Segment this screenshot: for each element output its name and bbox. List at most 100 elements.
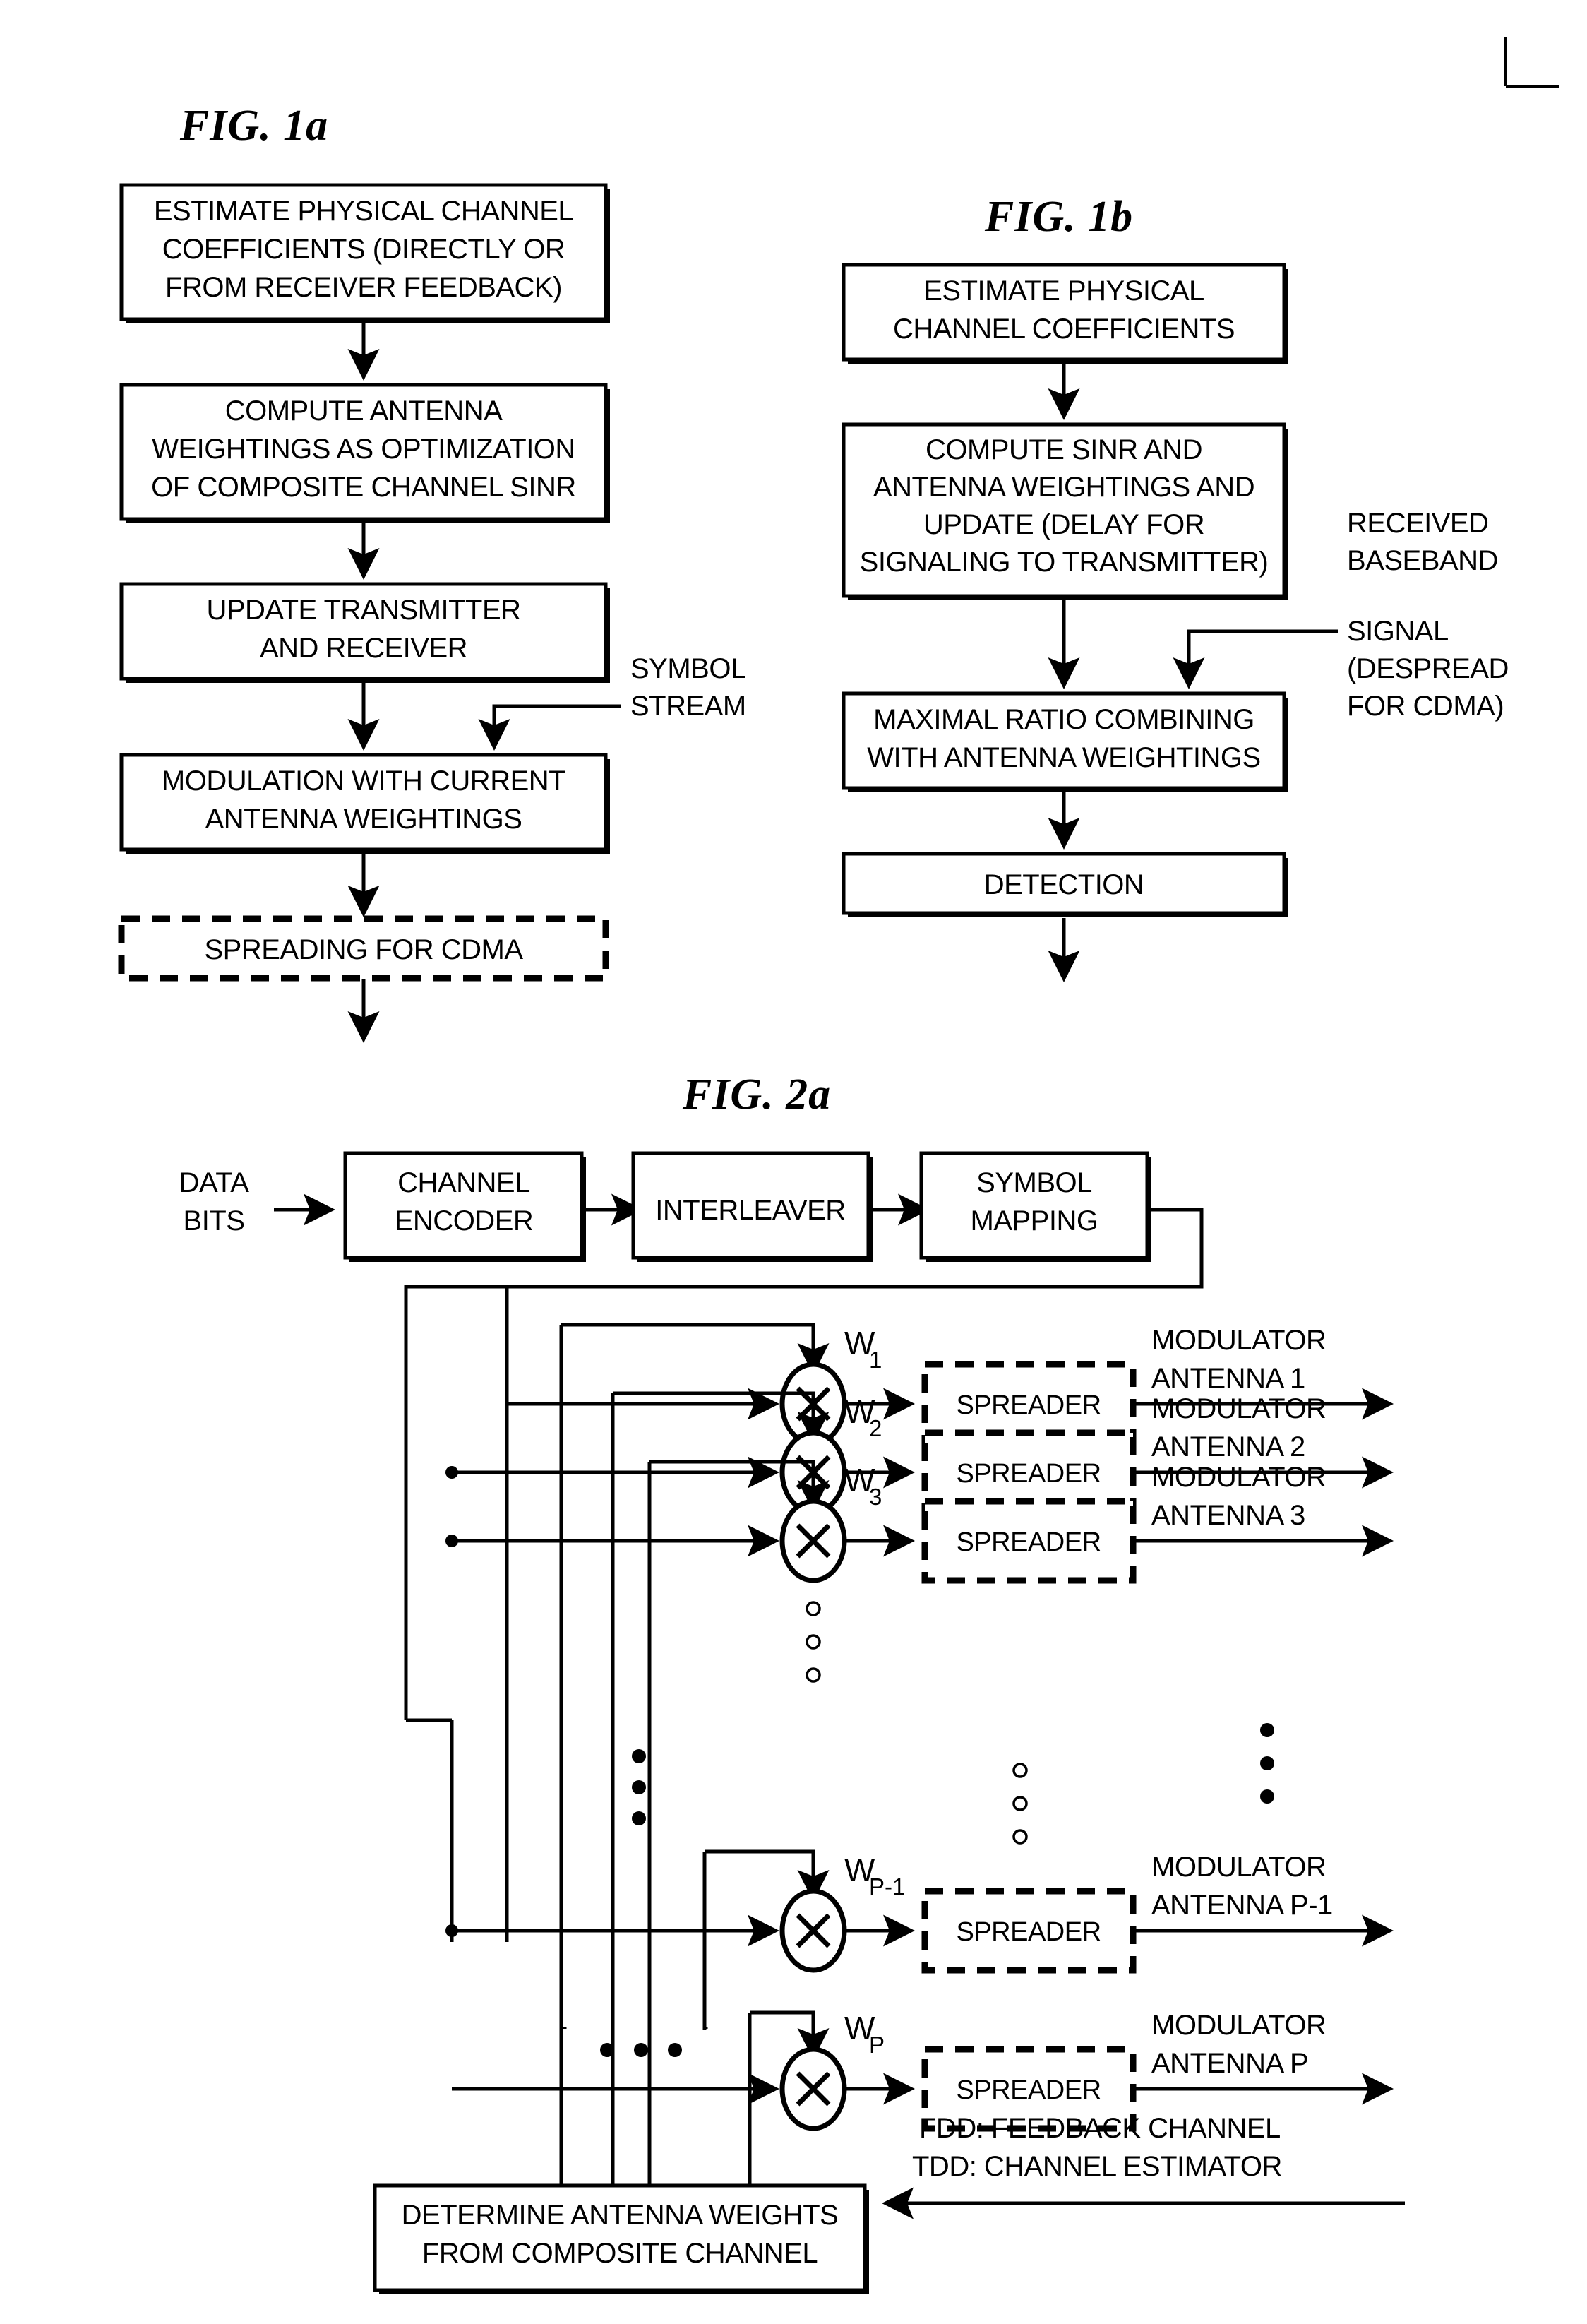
fig2a-branch-1-weight-sub: 1 [869,1347,882,1373]
fig2a-vertical-ellipsis-multiplier [806,1601,821,1683]
fig2a-branch-2-weight-sub: 2 [869,1415,882,1441]
fig2a-data-bits-line-2: BITS [184,1205,245,1237]
fig2a-determine-line-2: FROM COMPOSITE CHANNEL [422,2238,818,2269]
fig2a-data-bits-line-1: DATA [179,1167,250,1198]
fig1a-box-update-line-1: UPDATE TRANSMITTER [206,595,520,626]
fig2a-box-symbol-mapping: SYMBOL MAPPING [919,1151,1151,1262]
fig1b-received-label-line-3: SIGNAL [1347,616,1449,647]
fig2a-branch-1-weight-wire [561,1323,830,1376]
fig1a-box-compute-line-2: WEIGHTINGS AS OPTIMIZATION [152,434,575,465]
fig1b-box-compute-line-4: SIGNALING TO TRANSMITTER) [860,547,1269,578]
fig2a-branch-p-minus-1-weight-wire [705,1849,830,1902]
fig2a-branch-p-spreader-label: SPREADER [956,2075,1101,2105]
fig2a-vertical-ellipsis-spreader [1012,1763,1028,1845]
fig1a-box-spreading-label: SPREADING FOR CDMA [204,934,523,965]
fig1b-received-label-line-2: BASEBAND [1347,545,1498,576]
fig1a-symbol-stream-label-line-2: STREAM [630,691,746,722]
fig1b-box-compute-line-2: ANTENNA WEIGHTINGS AND [873,472,1254,503]
fig2a-branch-p-minus-1-multiplier-icon [779,1888,847,1973]
fig1a-symbol-stream-lead [478,704,621,751]
fig2a-branch-p-multiplier-icon [779,2046,847,2131]
fig1a-box-estimate-line-1: ESTIMATE PHYSICAL CHANNEL [154,196,573,227]
fig2a-channel-encoder-line-2: ENCODER [395,1205,534,1237]
fig1a-box-estimate: ESTIMATE PHYSICAL CHANNEL COEFFICIENTS (… [119,183,610,323]
fig2a-branch-1-out-line-2: ANTENNA 1 [1151,1363,1305,1394]
fig1b-received-label-line-1: RECEIVED [1347,508,1489,539]
fig2a-branch-2-junction-dot [445,1466,458,1479]
fig2a-branch-p-weight-wire [750,2010,830,2061]
fig2a-branch-p-minus-1: W P-1 SPREADER MODULATOR ANTENNA P-1 [445,1849,1394,2030]
registration-corner-mark [1504,37,1559,88]
fig1b-received-signal-lead [1173,629,1338,690]
fig2a-determine-line-1: DETERMINE ANTENNA WEIGHTS [402,2200,839,2231]
fig2a-signal-bus [450,1287,509,1942]
fig1b-box-mrc-line-2: WITH ANTENNA WEIGHTINGS [867,742,1260,773]
fig2a-vertical-ellipsis-left [632,1749,646,1825]
fig1b-box-mrc: MAXIMAL RATIO COMBINING WITH ANTENNA WEI… [842,691,1288,792]
fig2a-branch-3-out-line-2: ANTENNA 3 [1151,1500,1305,1531]
fig1b-box-compute: COMPUTE SINR AND ANTENNA WEIGHTINGS AND … [842,422,1288,600]
fig2a-branch-2: W 2 SPREADER MODULATOR ANTENNA 2 [445,1391,1394,1515]
fig2a-branch-p-out-line-2: ANTENNA P [1151,2048,1308,2079]
fig1a-box-estimate-line-3: FROM RECEIVER FEEDBACK) [165,272,562,303]
fig1a-title: FIG. 1a [179,102,328,150]
fig1a-box-compute-line-3: OF COMPOSITE CHANNEL SINR [151,472,576,503]
fig1a-box-modulation-line-1: MODULATION WITH CURRENT [162,765,565,797]
patent-drawing-sheet: FIG. 1a ESTIMATE PHYSICAL CHANNEL COEFFI… [0,0,1587,2324]
figure-1b: FIG. 1b ESTIMATE PHYSICAL CHANNEL COEFFI… [842,193,1509,983]
fig2a-feedback-line-1: FDD: FEEDBACK CHANNEL [919,2113,1281,2144]
fig2a-branch-3-spreader-label: SPREADER [956,1527,1101,1557]
fig1b-box-estimate: ESTIMATE PHYSICAL CHANNEL COEFFICIENTS [842,263,1288,364]
fig2a-branch-1: W 1 SPREADER MODULATOR ANTENNA 1 [507,1323,1394,1447]
fig1a-box-update-line-2: AND RECEIVER [260,633,467,664]
fig2a-symbol-mapping-line-2: MAPPING [971,1205,1098,1237]
fig2a-branch-3-out-line-1: MODULATOR [1151,1462,1326,1493]
fig2a-branch-3-junction-dot [445,1535,458,1547]
fig1a-box-compute: COMPUTE ANTENNA WEIGHTINGS AS OPTIMIZATI… [119,383,610,523]
fig2a-box-channel-encoder: CHANNEL ENCODER [343,1151,586,1262]
fig1b-box-estimate-line-1: ESTIMATE PHYSICAL [923,275,1204,306]
fig1a-box-estimate-line-2: COEFFICIENTS (DIRECTLY OR [162,234,565,265]
fig1a-symbol-stream-label-line-1: SYMBOL [630,653,746,684]
fig2a-branch-3-weight-sub: 3 [869,1484,882,1510]
fig2a-branch-1-spreader-label: SPREADER [956,1390,1101,1420]
fig2a-branch-2-spreader-label: SPREADER [956,1459,1101,1489]
fig1b-box-estimate-line-2: CHANNEL COEFFICIENTS [893,314,1235,345]
fig1b-received-label-line-5: FOR CDMA) [1347,691,1504,722]
fig2a-title: FIG. 2a [682,1071,831,1119]
fig1a-box-compute-line-1: COMPUTE ANTENNA [225,395,503,427]
fig2a-branch-p-out-line-1: MODULATOR [1151,2010,1326,2041]
figure-2a: FIG. 2a DATA BITS CHANNEL ENCODER INTERL… [179,1071,1405,2294]
fig2a-branch-p-minus-1-out-line-2: ANTENNA P-1 [1151,1890,1333,1921]
fig2a-interleaver-label: INTERLEAVER [655,1195,845,1226]
fig1a-box-modulation: MODULATION WITH CURRENT ANTENNA WEIGHTIN… [119,753,610,854]
fig2a-branch-p-minus-1-spreader: SPREADER [921,1888,1137,1974]
fig1a-box-modulation-line-2: ANTENNA WEIGHTINGS [205,804,522,835]
fig2a-branch-p-minus-1-weight-sub: P-1 [869,1873,905,1900]
fig1b-box-compute-line-1: COMPUTE SINR AND [926,434,1202,465]
fig2a-box-determine-antenna-weights: DETERMINE ANTENNA WEIGHTS FROM COMPOSITE… [373,2183,869,2294]
fig2a-vertical-ellipsis-output [1260,1723,1274,1804]
fig1b-box-detection-label: DETECTION [984,869,1144,900]
fig1b-box-mrc-line-1: MAXIMAL RATIO COMBINING [873,704,1254,735]
fig1a-box-spreading: SPREADING FOR CDMA [118,915,609,982]
fig1a-box-update: UPDATE TRANSMITTER AND RECEIVER [119,582,610,683]
fig2a-branch-1-out-line-1: MODULATOR [1151,1325,1326,1356]
fig2a-branch-p-minus-1-junction-dot [445,1924,458,1937]
fig2a-branch-3-spreader: SPREADER [921,1498,1137,1584]
fig2a-branch-3-multiplier-icon [779,1498,847,1583]
fig2a-feedback-line-2: TDD: CHANNEL ESTIMATOR [912,2151,1282,2182]
fig2a-branch-3: W 3 SPREADER MODULATOR ANTENNA 3 [445,1460,1394,1584]
fig2a-channel-encoder-line-1: CHANNEL [397,1167,530,1198]
figure-canvas: FIG. 1a ESTIMATE PHYSICAL CHANNEL COEFFI… [118,37,1559,2294]
figure-1a: FIG. 1a ESTIMATE PHYSICAL CHANNEL COEFFI… [118,102,746,1044]
fig2a-branch-2-out-line-1: MODULATOR [1151,1393,1326,1424]
fig1b-received-label-line-4: (DESPREAD [1347,653,1509,684]
fig1b-title: FIG. 1b [984,193,1133,241]
fig2a-box-interleaver: INTERLEAVER [631,1151,873,1262]
fig2a-branch-p-minus-1-out-line-1: MODULATOR [1151,1852,1326,1883]
fig2a-branch-p-weight-sub: P [869,2032,885,2058]
fig2a-symbol-mapping-line-1: SYMBOL [976,1167,1092,1198]
fig1b-box-detection: DETECTION [842,852,1288,917]
fig2a-branch-2-out-line-2: ANTENNA 2 [1151,1431,1305,1462]
